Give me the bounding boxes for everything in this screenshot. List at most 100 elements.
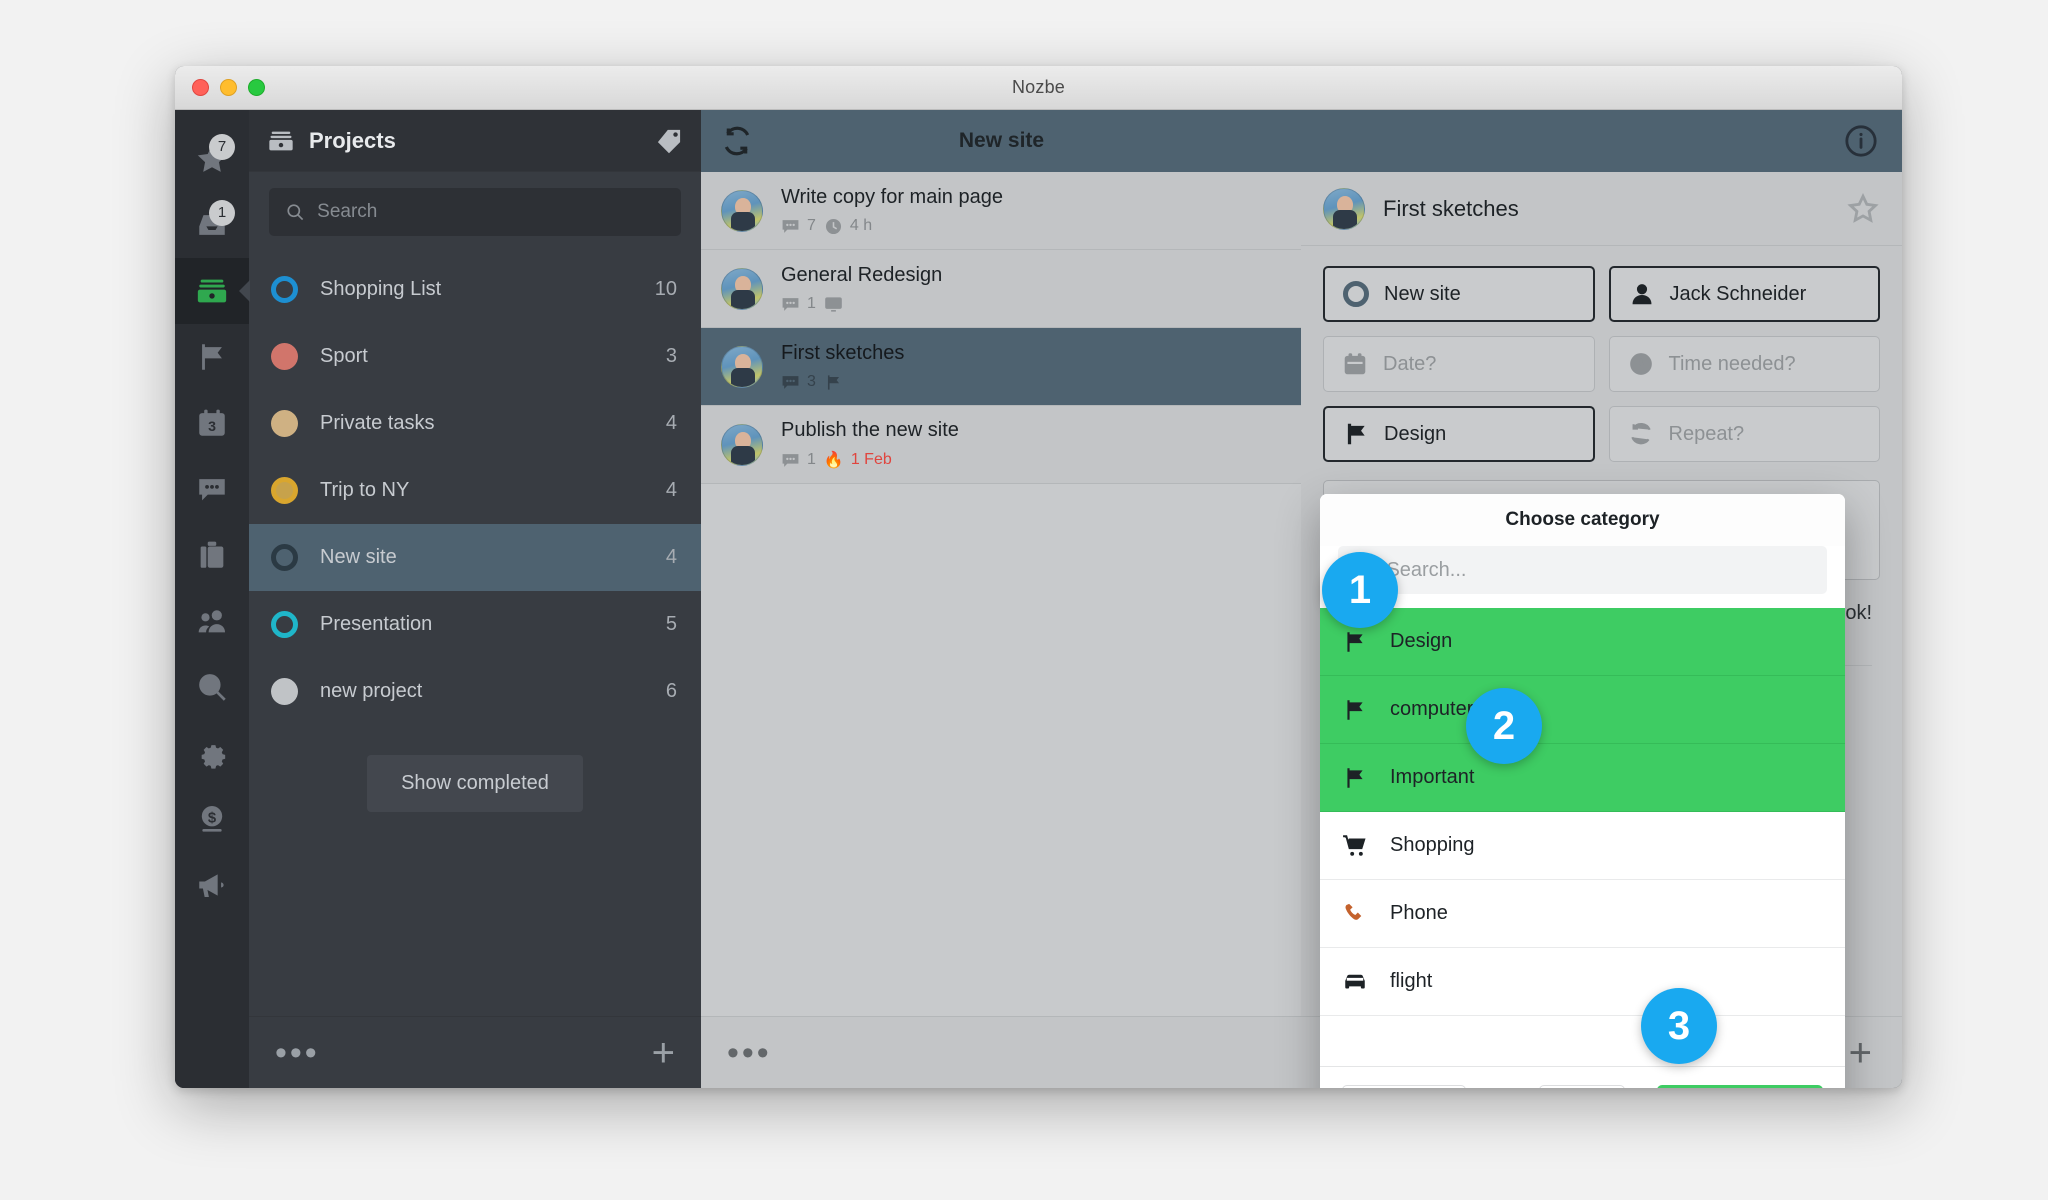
- task-row[interactable]: Publish the new site 1 🔥 1 Feb: [701, 406, 1301, 484]
- modal-search-box[interactable]: [1338, 546, 1827, 594]
- gear-icon: [201, 745, 226, 769]
- attr-time-needed[interactable]: Time needed?: [1608, 336, 1880, 392]
- category-row-shopping[interactable]: Shopping: [1320, 812, 1845, 880]
- details-title-row: First sketches: [1301, 172, 1902, 246]
- repeat-icon: [1630, 423, 1651, 445]
- task-row[interactable]: First sketches 3: [701, 328, 1301, 406]
- attr-repeat[interactable]: Repeat?: [1608, 406, 1880, 462]
- rail-item-search[interactable]: [175, 654, 249, 720]
- window-title: Nozbe: [1011, 77, 1066, 97]
- rail-item-projects[interactable]: [175, 258, 249, 324]
- flag-icon: [1347, 767, 1363, 788]
- tag-icon: [657, 129, 681, 153]
- task-meta: 1 🔥 1 Feb: [781, 450, 959, 470]
- modal-search-input[interactable]: [1386, 558, 1811, 582]
- task-main: General Redesign 1: [781, 264, 942, 314]
- callout-badge-2: 2: [1466, 688, 1542, 764]
- modal-footer: Cancel + Confirm: [1320, 1066, 1845, 1088]
- projects-search-wrap: [249, 172, 701, 246]
- project-row-shopping-list[interactable]: Shopping List 10: [249, 256, 701, 323]
- projects-more-button[interactable]: •••: [275, 1036, 320, 1070]
- task-row[interactable]: General Redesign 1: [701, 250, 1301, 328]
- rail-item-announcements[interactable]: [175, 852, 249, 918]
- rail-item-calendar[interactable]: 3: [175, 390, 249, 456]
- search-box[interactable]: [269, 188, 681, 236]
- comment-icon: [782, 375, 799, 389]
- category-row-flight[interactable]: flight: [1320, 948, 1845, 1016]
- project-dot-icon: [1343, 281, 1369, 307]
- attr-date-label: Date?: [1383, 352, 1437, 375]
- rail-item-settings[interactable]: [175, 720, 249, 786]
- due-date-text: 1 Feb: [850, 451, 892, 468]
- comment-count-text: 3: [807, 373, 816, 390]
- project-label: Private tasks: [320, 412, 435, 434]
- attr-project[interactable]: New site: [1323, 266, 1595, 322]
- page-title: Projects: [309, 127, 396, 153]
- due-date: 🔥 1 Feb: [824, 450, 892, 470]
- category-row-important[interactable]: Important: [1320, 744, 1845, 812]
- calendar-icon: [1344, 353, 1366, 375]
- rail-item-star[interactable]: 7: [175, 126, 249, 192]
- tasks-more-button[interactable]: •••: [727, 1036, 772, 1070]
- inbox-badge: 1: [209, 200, 235, 226]
- flag-icon: [1347, 423, 1365, 445]
- modal-search-wrap: [1320, 546, 1845, 608]
- search-input[interactable]: [317, 201, 665, 223]
- rail-item-comments[interactable]: [175, 456, 249, 522]
- category-row-computer[interactable]: computer: [1320, 676, 1845, 744]
- info-icon[interactable]: [1844, 124, 1878, 158]
- search-icon: [287, 204, 304, 221]
- project-count: 3: [665, 345, 677, 367]
- projects-panel: Projects Search Shopping List 10 Sport 3…: [249, 110, 701, 1088]
- project-label: Sport: [320, 345, 368, 367]
- rail-item-flag[interactable]: [175, 324, 249, 390]
- tasks-panel: Write copy for main page 7 4 h General R…: [701, 110, 1301, 1088]
- show-completed-button[interactable]: Show completed: [367, 755, 583, 812]
- search-icon: [199, 674, 226, 701]
- category-label: Phone: [1390, 902, 1448, 924]
- rail-item-briefcase[interactable]: [175, 522, 249, 588]
- flag-icon: [1347, 631, 1363, 652]
- category-label: flight: [1390, 970, 1433, 992]
- svg-text:3: 3: [208, 419, 216, 435]
- cancel-button[interactable]: Cancel: [1342, 1084, 1466, 1088]
- rail-item-inbox[interactable]: 1: [175, 192, 249, 258]
- rail-item-billing[interactable]: $: [175, 786, 249, 852]
- project-row-new-site[interactable]: New site 4: [249, 524, 701, 591]
- choose-category-modal: Choose category Design: [1320, 494, 1845, 1088]
- attr-date[interactable]: Date?: [1323, 336, 1595, 392]
- rail-item-team[interactable]: [175, 588, 249, 654]
- project-row-sport[interactable]: Sport 3: [249, 323, 701, 390]
- comment-count: 3: [781, 373, 816, 392]
- comment-count: 1: [781, 451, 816, 470]
- avatar: [721, 423, 763, 466]
- task-title: Publish the new site: [781, 419, 959, 441]
- star-badge: 7: [209, 134, 235, 160]
- project-row-new-project[interactable]: new project 6: [249, 658, 701, 725]
- window-titlebar: Nozbe: [175, 66, 1902, 110]
- project-row-trip-to-ny[interactable]: Trip to NY 4: [249, 457, 701, 524]
- tag-button[interactable]: [655, 127, 683, 155]
- modal-title: Choose category: [1320, 494, 1845, 546]
- category-row-design[interactable]: Design: [1320, 608, 1845, 676]
- category-flag: [824, 373, 843, 392]
- star-icon[interactable]: [1846, 192, 1880, 226]
- project-row-presentation[interactable]: Presentation 5: [249, 591, 701, 658]
- category-row-phone[interactable]: Phone: [1320, 880, 1845, 948]
- task-main: Write copy for main page 7 4 h: [781, 186, 1003, 236]
- attr-assignee-label: Jack Schneider: [1669, 282, 1807, 305]
- add-project-button[interactable]: +: [652, 1033, 675, 1073]
- add-category-button[interactable]: +: [1539, 1084, 1625, 1088]
- calendar-icon: 3: [199, 409, 225, 436]
- project-count: 4: [665, 546, 677, 568]
- attribute-grid: New site Jack Schneider Date? Time neede…: [1301, 246, 1902, 462]
- task-row[interactable]: Write copy for main page 7 4 h: [701, 172, 1301, 250]
- details-title: First sketches: [1383, 195, 1519, 221]
- projects-icon: [197, 279, 227, 303]
- project-row-private-tasks[interactable]: Private tasks 4: [249, 390, 701, 457]
- attr-assignee[interactable]: Jack Schneider: [1608, 266, 1880, 322]
- attr-category[interactable]: Design: [1323, 406, 1595, 462]
- project-color-dot: [271, 611, 298, 638]
- projects-header: Projects: [249, 110, 701, 172]
- confirm-button[interactable]: Confirm: [1657, 1084, 1823, 1088]
